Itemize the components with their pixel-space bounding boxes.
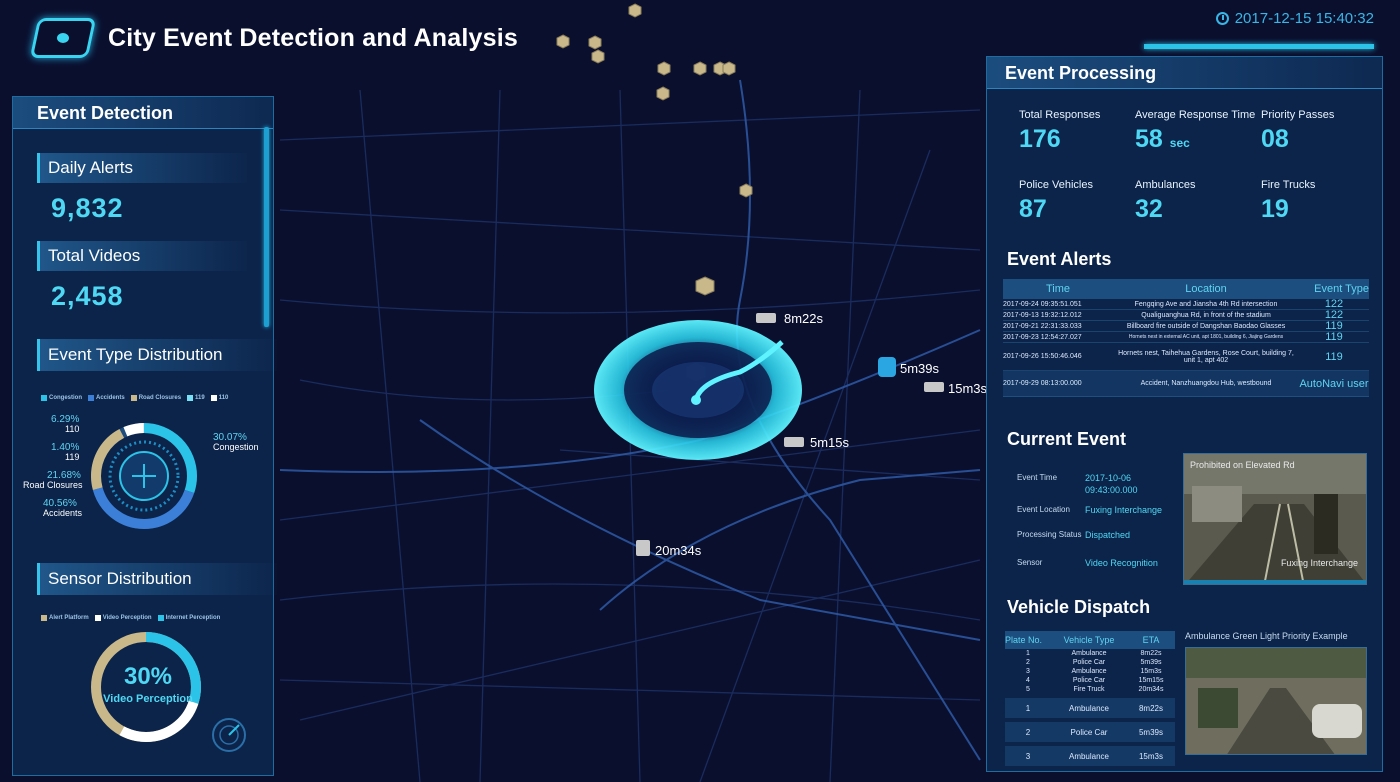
legend-item[interactable]: Congestion	[41, 395, 82, 401]
event-time-clock: 09:43:00.000	[1085, 485, 1138, 495]
eta-label: 15m3s	[948, 381, 988, 396]
table-row[interactable]: 2 Police Car 5m39s	[1005, 722, 1175, 742]
event-type-title: Event Type Distribution	[37, 339, 277, 371]
table-row[interactable]: 2 Police Car 5m39s	[1005, 658, 1175, 667]
pie-label-congestion: Congestion	[213, 442, 259, 452]
vehicle-dispatch-table: Plate No. Vehicle Type ETA 1 Ambulance 8…	[1005, 631, 1175, 766]
map-eta-ambulance-1[interactable]: 8m22s	[784, 311, 823, 326]
panel-title: Event Processing	[987, 57, 1382, 89]
pie-label-closures: Road Closures	[23, 480, 83, 490]
video-progress-bar[interactable]	[1184, 580, 1366, 584]
app-logo-icon	[29, 18, 97, 58]
pie-label-110: 110	[65, 424, 80, 434]
sensor-value: Video Recognition	[1085, 558, 1158, 568]
sensor-percent: 30%	[123, 663, 173, 690]
table-row[interactable]: 2017-09-23 12:54:27.027 Hornets nest in …	[1003, 331, 1369, 343]
sensor-legend: Alert Platform Video Perception Internet…	[41, 615, 226, 621]
eta-label: 5m39s	[900, 361, 940, 376]
panel-title: Event Detection	[13, 97, 273, 129]
sensor-center: 30% Video Perception	[93, 663, 203, 705]
radar-icon[interactable]	[211, 717, 247, 753]
legend-item[interactable]: Accidents	[88, 395, 125, 401]
header-accent-bar	[1144, 44, 1374, 49]
table-row[interactable]: 1 Ambulance 8m22s	[1005, 698, 1175, 718]
total-videos-label: Total Videos	[37, 241, 247, 271]
processing-status-label: Processing Status	[1017, 530, 1082, 539]
map-eta-police-1[interactable]: 5m39s	[900, 361, 939, 376]
map-eta-ambulance-2[interactable]: 15m3s	[948, 381, 987, 396]
dispatch-camera-photo[interactable]	[1185, 647, 1367, 755]
datetime-display: 2017-12-15 15:40:32	[1215, 10, 1374, 27]
table-header: Plate No. Vehicle Type ETA	[1005, 631, 1175, 649]
map-eta-fire-truck[interactable]: 20m34s	[655, 543, 701, 558]
clock-icon	[1215, 12, 1229, 25]
sensor-label: Sensor	[1017, 558, 1043, 567]
eta-label: 5m15s	[810, 435, 850, 450]
legend-item[interactable]: 110	[210, 395, 228, 401]
table-row[interactable]: 5 Fire Truck 20m34s	[1005, 685, 1175, 694]
event-location-label: Event Location	[1017, 505, 1070, 514]
table-header: Time Location Event Type	[1003, 279, 1369, 299]
event-alerts-table: Time Location Event Type 2017-09-24 09:3…	[1003, 279, 1369, 397]
pie-label-119: 119	[65, 452, 80, 462]
stat-police-vehicles: Police Vehicles 87	[1019, 179, 1093, 223]
legend-item[interactable]: Road Closures	[130, 395, 181, 401]
legend-item[interactable]: Internet Perception	[157, 615, 220, 621]
stat-total-responses: Total Responses 176	[1019, 109, 1101, 153]
event-time-label: Event Time	[1017, 473, 1058, 482]
pie-label-accidents: Accidents	[43, 508, 83, 518]
scrollbar[interactable]	[264, 127, 269, 327]
legend-item[interactable]: 119	[187, 395, 205, 401]
event-camera-photo[interactable]: Prohibited on Elevated Rd Fuxing Interch…	[1183, 453, 1367, 585]
processing-status-value: Dispatched	[1085, 530, 1131, 540]
event-type-donut[interactable]	[89, 421, 199, 531]
datetime-text: 2017-12-15 15:40:32	[1234, 10, 1374, 27]
stat-fire-trucks: Fire Trucks 19	[1261, 179, 1316, 223]
event-time-date: 2017-10-06	[1085, 473, 1132, 483]
event-processing-panel: Event Processing Total Responses 176 Ave…	[986, 56, 1383, 772]
map-eta-police-2[interactable]: 5m15s	[810, 435, 849, 450]
legend-item[interactable]: Alert Platform	[41, 615, 89, 621]
daily-alerts-label: Daily Alerts	[37, 153, 247, 183]
event-location-value: Fuxing Interchange	[1085, 505, 1163, 515]
table-row[interactable]: 4 Police Car 15m15s	[1005, 676, 1175, 685]
page-title: City Event Detection and Analysis	[108, 23, 518, 52]
daily-alerts-value: 9,832	[51, 193, 124, 223]
total-videos-value: 2,458	[51, 281, 124, 311]
eta-label: 8m22s	[784, 311, 824, 326]
header: City Event Detection and Analysis	[29, 16, 518, 60]
table-row[interactable]: 3 Ambulance 15m3s	[1005, 746, 1175, 766]
dispatch-photo-caption: Ambulance Green Light Priority Example	[1185, 631, 1348, 641]
sensor-label: Video Perception	[103, 693, 193, 705]
table-row[interactable]: 2017-09-29 08:13:00.000 Accident, Nanzhu…	[1003, 371, 1369, 397]
table-row[interactable]: 1 Ambulance 8m22s	[1005, 649, 1175, 658]
stat-priority-passes: Priority Passes 08	[1261, 109, 1335, 153]
sensor-distribution-title: Sensor Distribution	[37, 563, 277, 595]
event-detection-panel: Event Detection Daily Alerts 9,832 Total…	[12, 96, 277, 776]
table-row[interactable]: 2017-09-26 15:50:46.046 Hornets nest, Ta…	[1003, 343, 1369, 371]
current-event-title: Current Event	[1007, 429, 1127, 449]
stat-ambulances: Ambulances 32	[1135, 179, 1196, 223]
photo-caption-bottom: Fuxing Interchange	[1280, 558, 1358, 568]
legend-item[interactable]: Video Perception	[94, 615, 152, 621]
event-type-legend: Congestion Accidents Road Closures 119 1…	[41, 395, 234, 401]
vehicle-dispatch-title: Vehicle Dispatch	[1007, 597, 1151, 617]
table-row[interactable]: 3 Ambulance 15m3s	[1005, 667, 1175, 676]
event-alerts-title: Event Alerts	[1007, 249, 1112, 269]
photo-caption-top: Prohibited on Elevated Rd	[1190, 460, 1295, 470]
eta-label: 20m34s	[655, 543, 702, 558]
stat-average-response-time: Average Response Time 58 sec	[1135, 109, 1256, 153]
